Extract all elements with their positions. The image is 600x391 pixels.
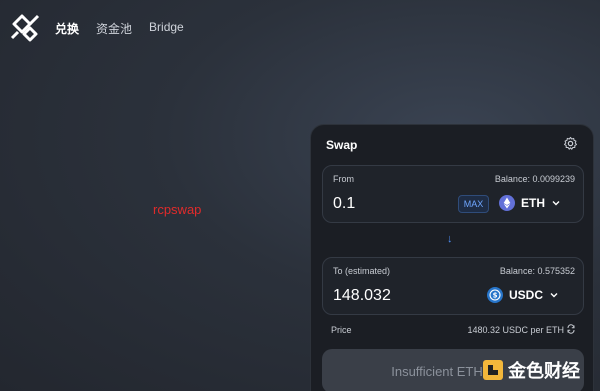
svg-text:$: $ (493, 292, 498, 300)
top-bar: 兑换 资金池 Bridge (0, 0, 600, 55)
main-nav: 兑换 资金池 Bridge (55, 20, 184, 37)
gear-icon[interactable] (563, 136, 578, 151)
from-amount-input[interactable]: 0.1 (333, 195, 355, 213)
to-token-selector[interactable]: $ USDC (487, 287, 559, 303)
max-button[interactable]: MAX (458, 195, 489, 213)
watermark-text: 金色财经 (508, 361, 580, 381)
swap-title: Swap (326, 138, 358, 152)
nav-pool[interactable]: 资金池 (96, 20, 132, 37)
to-token-symbol: USDC (509, 288, 544, 302)
to-amount-input[interactable]: 148.032 (333, 287, 391, 305)
to-label: To (estimated) (333, 266, 391, 276)
from-balance: Balance: 0.0099239 (494, 174, 575, 184)
watermark: 金色财经 (482, 357, 580, 383)
arrow-down-icon[interactable]: ↓ (447, 233, 453, 245)
rcpswap-logo-icon[interactable] (8, 10, 44, 46)
price-value: 1480.32 USDC per ETH (467, 325, 564, 335)
chevron-down-icon (550, 293, 558, 298)
nav-swap[interactable]: 兑换 (55, 20, 79, 37)
nav-bridge[interactable]: Bridge (149, 20, 184, 37)
chevron-down-icon (552, 201, 560, 206)
from-label: From (333, 174, 354, 184)
to-panel: To (estimated) Balance: 0.575352 148.032… (322, 257, 584, 315)
from-token-selector[interactable]: ETH (499, 195, 561, 211)
annotation-label: rcpswap (153, 202, 202, 217)
from-panel: From Balance: 0.0099239 0.1 MAX ETH (322, 165, 584, 223)
usdc-icon: $ (487, 287, 503, 303)
swap-direction-icon[interactable] (566, 324, 576, 334)
price-label: Price (331, 325, 352, 335)
to-balance: Balance: 0.575352 (499, 266, 575, 276)
swap-card: Swap From Balance: 0.0099239 0.1 MAX ETH… (310, 124, 594, 391)
jinse-logo-icon (483, 360, 503, 380)
from-token-symbol: ETH (521, 196, 545, 210)
eth-icon (499, 195, 515, 211)
